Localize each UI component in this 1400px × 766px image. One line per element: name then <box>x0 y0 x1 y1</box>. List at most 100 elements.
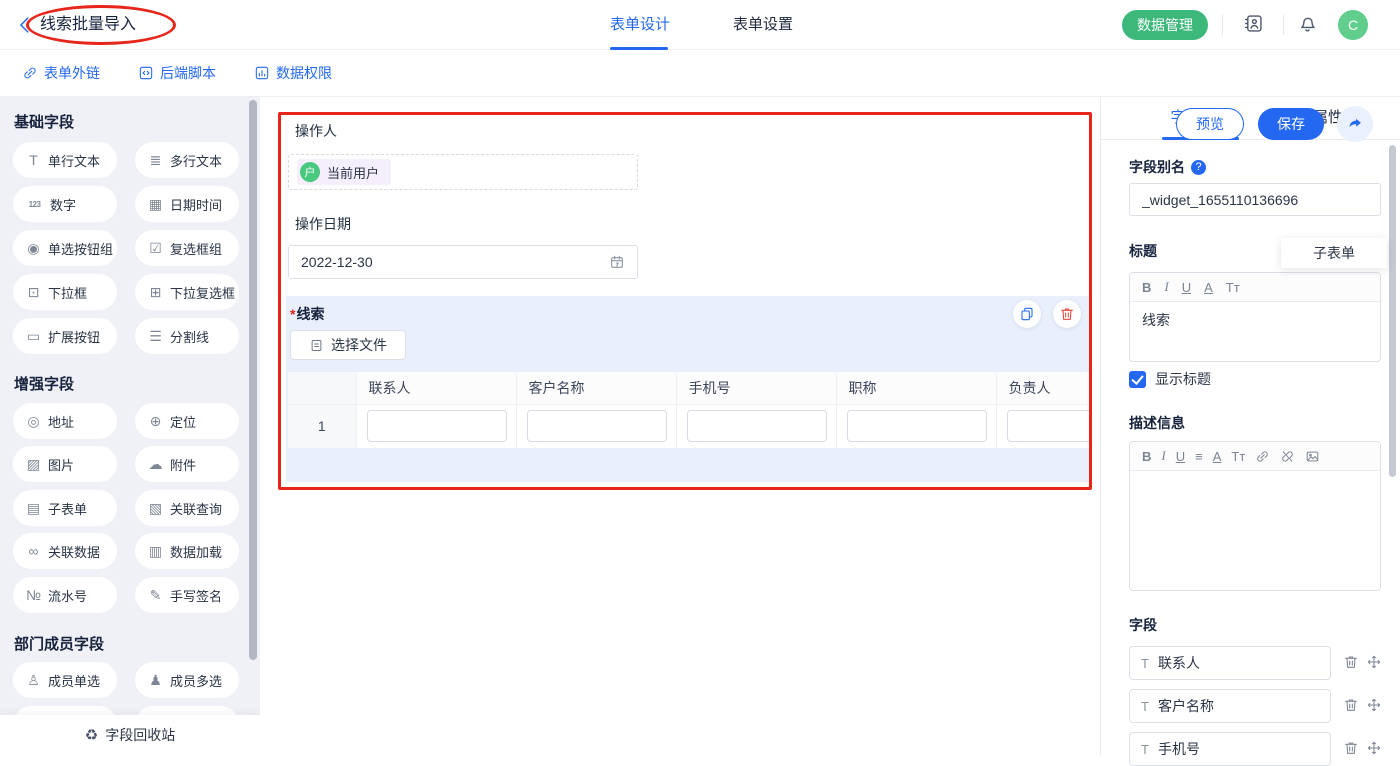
italic-button[interactable]: I <box>1161 448 1165 464</box>
current-user-tag[interactable]: 户 当前用户 <box>297 159 391 185</box>
show-title-checkbox[interactable] <box>1129 371 1146 388</box>
user-avatar[interactable]: C <box>1338 10 1368 40</box>
cell-input-jobtitle[interactable] <box>847 410 987 442</box>
cell-input-contact[interactable] <box>367 410 507 442</box>
current-user-label: 当前用户 <box>327 163 379 182</box>
button-icon: ▭ <box>26 328 41 345</box>
external-link-button[interactable]: 表单外链 <box>22 63 100 83</box>
sidebar-item-address[interactable]: ◎地址 <box>13 403 117 439</box>
sidebar-item-dropdown-multi[interactable]: ⊞下拉复选框 <box>135 274 239 310</box>
panel-scrollbar[interactable] <box>1389 145 1396 477</box>
description-editor-toolbar: B I U ≡ A Tт <box>1130 442 1380 471</box>
pen-icon: ✎ <box>148 587 163 604</box>
link-icon <box>22 65 38 81</box>
sidebar-scrollbar[interactable] <box>249 100 257 660</box>
sidebar-item-multi-line-text[interactable]: ≣多行文本 <box>135 142 239 178</box>
delete-field-icon[interactable] <box>1343 654 1359 670</box>
bold-button[interactable]: B <box>1142 449 1151 464</box>
font-color-button[interactable]: A <box>1204 280 1213 295</box>
move-field-icon[interactable] <box>1366 654 1382 670</box>
underline-button[interactable]: U <box>1182 280 1191 295</box>
sidebar-item-label: 数字 <box>50 195 76 214</box>
sidebar-item-extend-button[interactable]: ▭扩展按钮 <box>13 318 117 354</box>
bold-button[interactable]: B <box>1142 280 1151 295</box>
sidebar-item-dropdown[interactable]: ⊡下拉框 <box>13 274 117 310</box>
sidebar-item-divider[interactable]: ☰分割线 <box>135 318 239 354</box>
cell-input-customer[interactable] <box>527 410 667 442</box>
people-icon: ♟ <box>148 672 163 689</box>
field-palette-sidebar: 基础字段 T单行文本 ≣多行文本 123数字 ▦日期时间 ◉单选按钮组 ☑复选框… <box>0 97 260 755</box>
sidebar-item-subform[interactable]: ▤子表单 <box>13 490 117 526</box>
date-field-input[interactable]: 2022-12-30 <box>288 245 638 279</box>
duplicate-widget-button[interactable] <box>1013 300 1041 328</box>
tab-form-settings[interactable]: 表单设置 <box>731 0 795 50</box>
calendar-icon[interactable] <box>609 254 625 270</box>
delete-field-icon[interactable] <box>1343 740 1359 756</box>
alias-input[interactable] <box>1129 183 1381 216</box>
sidebar-item-member-single[interactable]: ♙成员单选 <box>13 662 117 698</box>
operator-field-input[interactable]: 户 当前用户 <box>288 154 638 190</box>
cell-input-phone[interactable] <box>687 410 827 442</box>
sidebar-item-location[interactable]: ⊕定位 <box>135 403 239 439</box>
sidebar-item-related-data[interactable]: ∞关联数据 <box>13 533 117 569</box>
title-editor-content[interactable]: 线索 <box>1130 302 1380 361</box>
tab-form-design[interactable]: 表单设计 <box>608 0 672 50</box>
sidebar-item-label: 图片 <box>48 455 74 474</box>
sidebar-item-label: 单行文本 <box>48 151 100 170</box>
sidebar-item-radio-group[interactable]: ◉单选按钮组 <box>13 230 117 266</box>
delete-widget-button[interactable] <box>1053 300 1081 328</box>
description-editor-content[interactable] <box>1130 471 1380 590</box>
data-permission-button[interactable]: 数据权限 <box>254 63 332 83</box>
remove-link-icon[interactable] <box>1280 449 1295 464</box>
subform-icon: ▤ <box>26 500 41 517</box>
field-item-phone[interactable]: T 手机号 <box>1129 732 1331 766</box>
section-member-fields: 部门成员字段 <box>14 633 104 654</box>
font-color-button[interactable]: A <box>1213 449 1222 464</box>
align-button[interactable]: ≡ <box>1195 449 1203 464</box>
sidebar-item-datetime[interactable]: ▦日期时间 <box>135 186 239 222</box>
sidebar-item-related-query[interactable]: ▧关联查询 <box>135 490 239 526</box>
field-item-customer[interactable]: T 客户名称 <box>1129 689 1331 723</box>
cell-input-owner[interactable] <box>1007 410 1091 442</box>
tab-active-underline <box>610 47 668 50</box>
notification-bell-icon[interactable] <box>1297 13 1318 34</box>
move-field-icon[interactable] <box>1366 697 1382 713</box>
backend-script-button[interactable]: 后端脚本 <box>138 63 216 83</box>
back-icon[interactable] <box>14 14 36 36</box>
delete-field-icon[interactable] <box>1343 697 1359 713</box>
sidebar-item-checkbox-group[interactable]: ☑复选框组 <box>135 230 239 266</box>
addressbook-icon[interactable] <box>1243 13 1264 34</box>
sidebar-item-member-multi[interactable]: ♟成员多选 <box>135 662 239 698</box>
sidebar-item-serial-number[interactable]: №流水号 <box>13 577 117 613</box>
column-header: 职称 <box>836 372 996 404</box>
widget-type-badge[interactable]: 子表单 <box>1281 238 1387 268</box>
sidebar-item-signature[interactable]: ✎手写签名 <box>135 577 239 613</box>
help-icon[interactable]: ? <box>1191 160 1206 175</box>
subform-widget-selected[interactable]: *线索 选择文件 联系人 客户名称 手机号 职称 负责人 1 <box>286 296 1092 482</box>
field-recycle-bin-button[interactable]: ♻ 字段回收站 <box>0 715 260 755</box>
insert-link-icon[interactable] <box>1255 449 1270 464</box>
sidebar-item-image[interactable]: ▨图片 <box>13 446 117 482</box>
share-button[interactable] <box>1337 106 1373 142</box>
field-item-contact[interactable]: T 联系人 <box>1129 646 1331 680</box>
sidebar-item-single-line-text[interactable]: T单行文本 <box>13 142 117 178</box>
save-button[interactable]: 保存 <box>1258 108 1324 140</box>
font-size-button[interactable]: Tт <box>1226 280 1240 295</box>
recycle-label: 字段回收站 <box>105 725 175 745</box>
show-title-row: 显示标题 <box>1129 369 1211 389</box>
app-header: 线索批量导入 表单设计 表单设置 数据管理 C <box>0 0 1400 50</box>
form-canvas[interactable]: 操作人 户 当前用户 操作日期 2022-12-30 *线索 选择文件 联系人 … <box>260 97 1100 755</box>
form-toolbar: 表单外链 后端脚本 数据权限 预览 保存 <box>0 50 1400 97</box>
preview-button[interactable]: 预览 <box>1176 108 1244 140</box>
font-size-button[interactable]: Tт <box>1231 449 1245 464</box>
sidebar-item-number[interactable]: 123数字 <box>13 186 117 222</box>
choose-file-button[interactable]: 选择文件 <box>290 330 406 360</box>
move-field-icon[interactable] <box>1366 740 1382 756</box>
sidebar-item-attachment[interactable]: ☁附件 <box>135 446 239 482</box>
underline-button[interactable]: U <box>1176 449 1185 464</box>
sidebar-item-data-load[interactable]: ▥数据加载 <box>135 533 239 569</box>
data-manage-button[interactable]: 数据管理 <box>1122 10 1208 40</box>
italic-button[interactable]: I <box>1164 279 1168 295</box>
dropdown-multi-icon: ⊞ <box>148 284 163 301</box>
insert-image-icon[interactable] <box>1305 449 1320 464</box>
